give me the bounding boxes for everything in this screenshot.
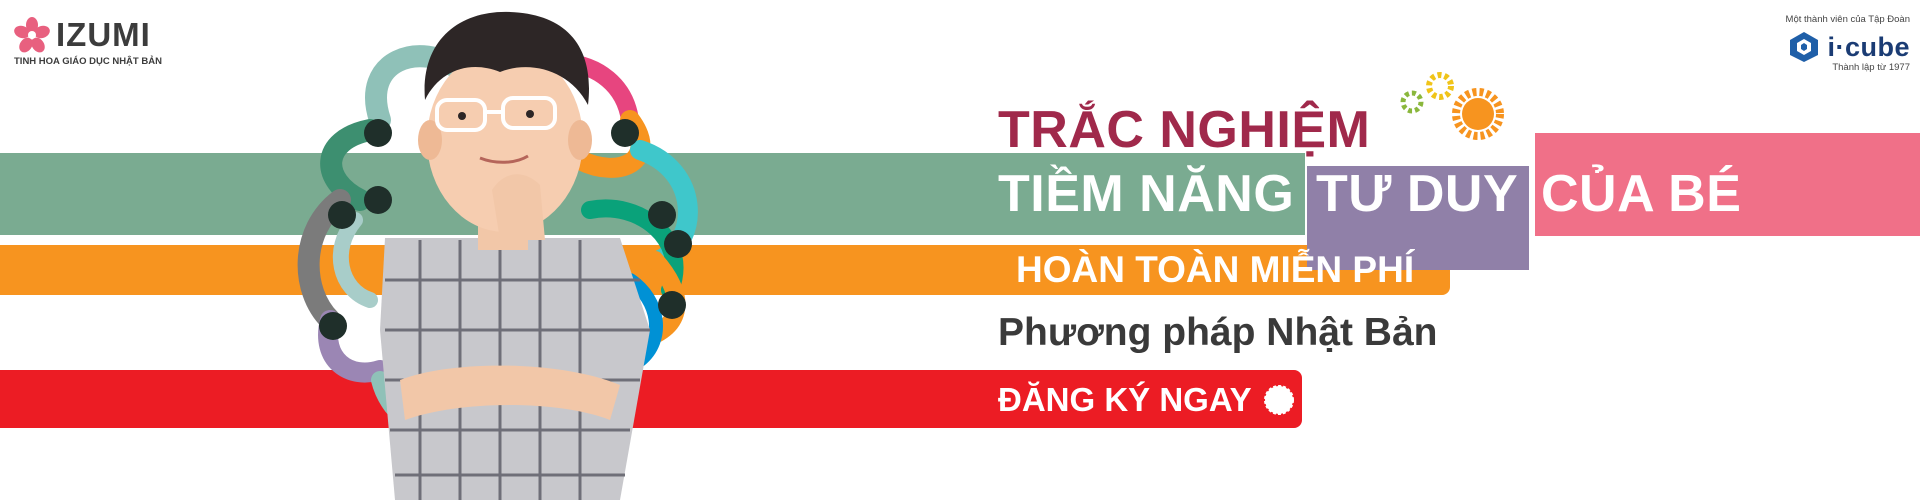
register-button[interactable]: ĐĂNG KÝ NGAY	[998, 377, 1294, 423]
headline-line1: TRẮC NGHIỆM	[998, 101, 1371, 159]
register-button-label: ĐĂNG KÝ NGAY	[998, 381, 1252, 418]
headline-line2-part2: TƯ DUY	[1316, 165, 1519, 223]
cube-icon	[1790, 32, 1819, 62]
partner-sub-text: Thành lập từ 1977	[1832, 62, 1910, 73]
headline-line2-part1: TIỀM NĂNG	[998, 165, 1295, 223]
gears-icon	[1400, 72, 1504, 140]
brand-tagline: TINH HOA GIÁO DỤC NHẬT BẢN	[14, 56, 162, 67]
headline-line2-part3: CỦA BÉ	[1541, 165, 1742, 223]
boy-brain-illustration	[297, 11, 698, 500]
icube-logo[interactable]: Một thành viên của Tập Đoàn i·cube Thành…	[1758, 14, 1910, 73]
sakura-flower-icon	[14, 17, 50, 53]
partner-name: i·cube	[1827, 31, 1910, 62]
promo-banner: IZUMI TINH HOA GIÁO DỤC NHẬT BẢN Một thà…	[0, 0, 1920, 500]
partner-top-text: Một thành viên của Tập Đoàn	[1785, 14, 1910, 25]
free-offer-text: HOÀN TOÀN MIỄN PHÍ	[1016, 249, 1415, 290]
method-text: Phương pháp Nhật Bản	[998, 311, 1438, 354]
sun-badge-icon	[1263, 385, 1294, 415]
izumi-logo[interactable]: IZUMI TINH HOA GIÁO DỤC NHẬT BẢN	[14, 16, 162, 67]
brand-name: IZUMI	[56, 16, 151, 53]
